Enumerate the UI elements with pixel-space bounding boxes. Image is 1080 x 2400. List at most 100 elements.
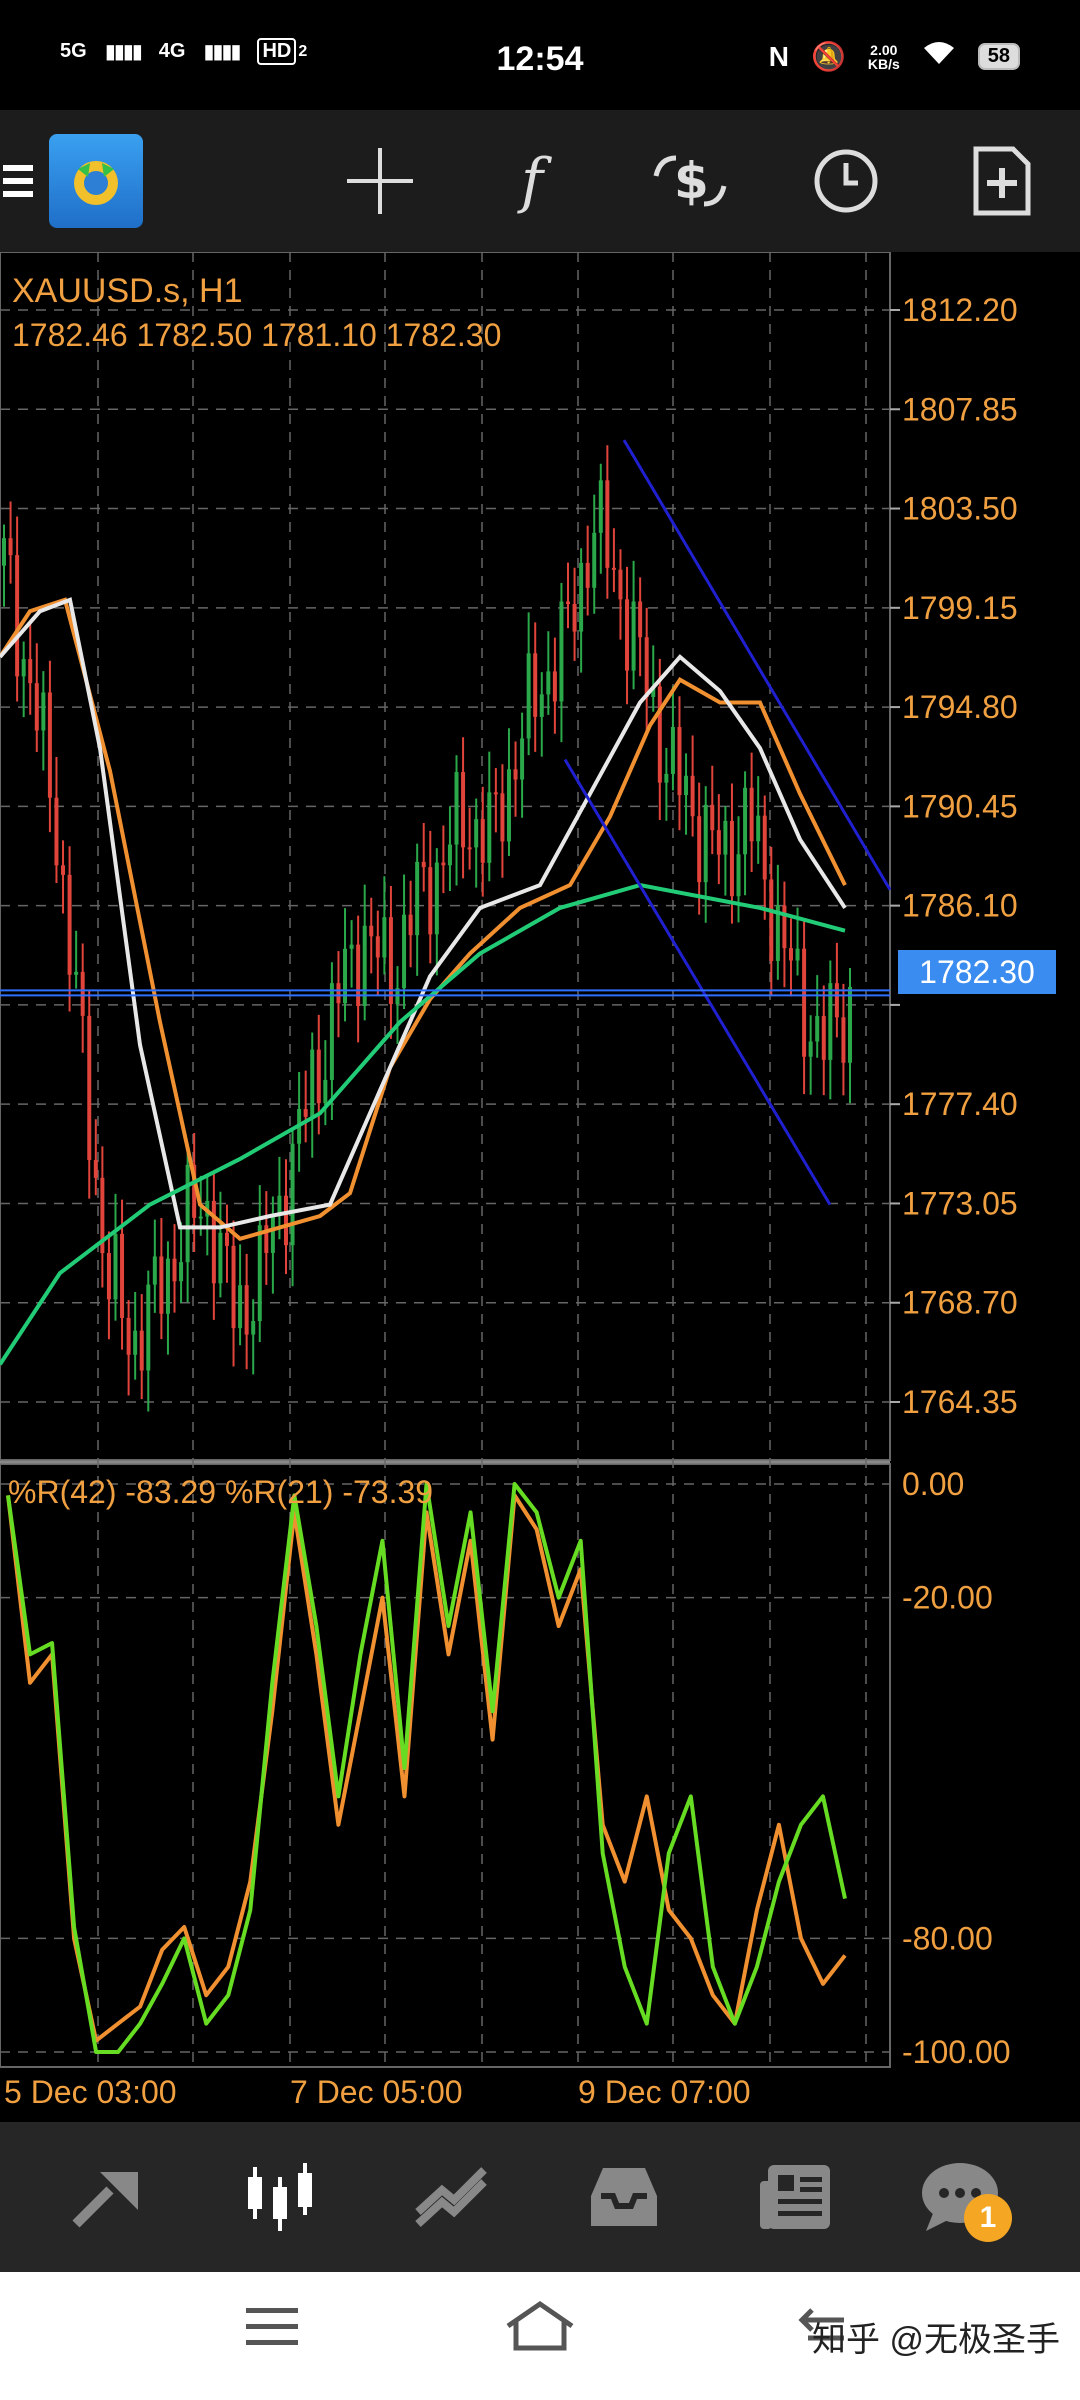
candle-body — [218, 1232, 223, 1284]
candle-body — [743, 787, 748, 855]
nav-quotes[interactable] — [48, 2122, 168, 2272]
nav-messages[interactable]: 1 — [900, 2122, 1020, 2272]
svg-text:$: $ — [674, 152, 709, 210]
price-tick-label: 1812.20 — [902, 292, 1018, 328]
time-label-2: 7 Dec 05:00 — [290, 2074, 463, 2110]
speed-unit: KB/s — [867, 55, 900, 72]
nav-trade[interactable] — [392, 2122, 512, 2272]
recent-apps-button[interactable] — [246, 2304, 298, 2348]
candle-body — [61, 865, 66, 875]
price-tick-label: 1786.10 — [902, 888, 1018, 924]
chart-area[interactable]: 1812.20 1807.85 1803.50 1799.15 1794.80 1790.… — [0, 251, 1080, 2122]
candle-body — [87, 1015, 92, 1161]
candle-body — [513, 769, 518, 780]
candle-body — [552, 671, 557, 702]
candle-body — [336, 983, 341, 1004]
app-logo-button[interactable] — [48, 110, 144, 252]
candle-body — [802, 948, 807, 1057]
candle-body — [657, 686, 662, 783]
time-label-3: 9 Dec 07:00 — [578, 2074, 751, 2110]
nav-chart[interactable] — [220, 2122, 340, 2272]
indicators-button[interactable]: f — [482, 110, 582, 252]
hamburger-icon — [3, 165, 33, 197]
bottom-navigation: 1 — [0, 2122, 1080, 2272]
candle-body — [303, 1109, 308, 1117]
candle-body — [323, 1079, 328, 1104]
candle-body — [559, 601, 564, 702]
chart-toolbar: f $ — [0, 110, 1080, 252]
candle-body — [848, 986, 852, 1063]
wr42-line — [6, 1493, 847, 2043]
nav-news[interactable] — [736, 2122, 856, 2272]
trend-line-icon — [415, 2167, 487, 2227]
speed-indicator: 2.00 KB/s — [868, 43, 900, 71]
price-tick-label: 1794.80 — [902, 689, 1018, 725]
price-tick-label: 1790.45 — [902, 788, 1018, 824]
candle-body — [8, 538, 13, 556]
candle-body — [480, 819, 485, 863]
candle-body — [21, 659, 26, 677]
price-chart[interactable]: 1812.20 1807.85 1803.50 1799.15 1794.80 1790.… — [0, 251, 1080, 2122]
candle-body — [690, 775, 695, 817]
timeframe-button[interactable] — [796, 110, 896, 252]
price-tick-label: 1799.15 — [902, 590, 1018, 626]
candle-body — [474, 819, 479, 848]
candle-body — [539, 694, 544, 717]
candle-body — [172, 1258, 177, 1282]
candle-body — [493, 792, 498, 795]
candle-body — [316, 1049, 321, 1104]
candle-body — [572, 603, 577, 632]
candle-body — [356, 944, 361, 1007]
candle-body — [159, 1256, 164, 1314]
message-badge: 1 — [964, 2194, 1012, 2242]
candle-body — [631, 601, 636, 671]
candle-body — [290, 1143, 295, 1246]
nfc-icon: N — [768, 40, 789, 72]
candle-body — [841, 1017, 846, 1063]
candle-body — [461, 772, 466, 848]
candle-body — [244, 1285, 249, 1335]
candle-body — [670, 727, 675, 774]
symbol-label: XAUUSD.s, H1 — [12, 272, 243, 310]
clock-icon — [814, 149, 878, 213]
candle-body — [224, 1232, 229, 1246]
battery-level: 58 — [987, 45, 1010, 67]
function-icon: f — [520, 146, 544, 216]
candle-body — [54, 797, 59, 866]
candle-body — [28, 659, 33, 684]
candle-body — [585, 562, 590, 588]
candle-body — [185, 1164, 190, 1263]
candle-body — [106, 1253, 111, 1300]
nav-history[interactable] — [564, 2122, 684, 2272]
candle-body — [592, 532, 597, 588]
candle-body — [329, 983, 334, 1080]
status-icons: N 🔕 2.00 KB/s 58 — [769, 40, 1020, 73]
wr21-line — [6, 1482, 847, 2054]
candle-body — [133, 1330, 138, 1355]
battery-icon: 58 — [977, 43, 1020, 70]
candle-body — [487, 792, 492, 863]
wifi-icon — [922, 40, 956, 73]
candle-body — [428, 867, 433, 935]
inbox-icon — [591, 2168, 657, 2226]
candle-body — [821, 1016, 826, 1060]
current-price-tag: 1782.30 — [898, 950, 1056, 994]
indicator-tick-label: 0.00 — [902, 1466, 964, 1502]
candle-body — [251, 1321, 256, 1335]
candle-body — [179, 1262, 184, 1282]
candle-body — [526, 653, 531, 739]
candle-body — [139, 1330, 144, 1371]
trade-button[interactable]: $ — [640, 110, 740, 252]
new-object-button[interactable] — [952, 110, 1052, 252]
candle-body — [598, 480, 603, 533]
candle-body — [165, 1258, 170, 1314]
crosshair-button[interactable] — [330, 110, 430, 252]
candle-body — [729, 820, 734, 897]
candle-body — [625, 599, 630, 671]
candle-body — [808, 1041, 813, 1057]
crosshair-icon — [347, 148, 413, 214]
menu-button[interactable] — [0, 110, 36, 252]
candle-body — [834, 983, 839, 1018]
candle-body — [146, 1284, 151, 1371]
home-button[interactable] — [504, 2300, 576, 2352]
